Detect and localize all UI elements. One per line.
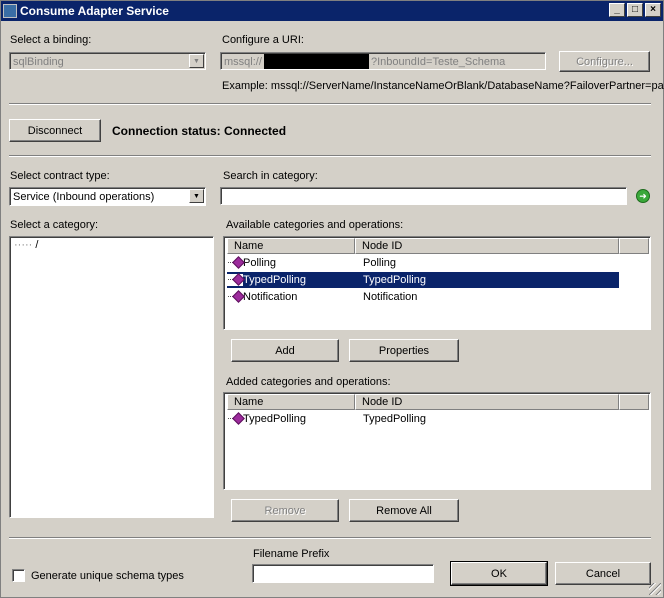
list-item[interactable]: Polling Polling xyxy=(227,255,619,271)
chevron-down-icon: ▼ xyxy=(189,54,204,68)
operation-node-id: Notification xyxy=(363,291,418,303)
filename-prefix-input[interactable] xyxy=(252,564,434,583)
search-go-icon[interactable]: ➜ xyxy=(636,189,650,203)
window-title: Consume Adapter Service xyxy=(20,4,169,18)
operation-node-id: TypedPolling xyxy=(363,274,426,286)
contract-type-select[interactable]: Service (Inbound operations) ▼ xyxy=(9,187,206,206)
binding-select[interactable]: sqlBinding ▼ xyxy=(9,52,206,70)
cancel-button[interactable]: Cancel xyxy=(555,562,651,585)
operation-icon xyxy=(227,291,243,303)
ok-button[interactable]: OK xyxy=(450,561,548,586)
resize-grip[interactable] xyxy=(649,583,661,595)
operation-name: TypedPolling xyxy=(243,413,306,425)
added-label: Added categories and operations: xyxy=(226,376,391,388)
connection-status: Connection status: Connected xyxy=(112,124,286,138)
contract-type-value: Service (Inbound operations) xyxy=(13,191,155,203)
filename-prefix-label: Filename Prefix xyxy=(253,548,330,560)
title-bar: Consume Adapter Service _ □ × xyxy=(1,1,663,21)
category-label: Select a category: xyxy=(10,219,99,231)
configure-button[interactable]: Configure... xyxy=(559,51,650,72)
divider xyxy=(9,537,651,539)
column-header-name[interactable]: Name xyxy=(227,394,355,410)
operation-icon xyxy=(227,274,243,287)
connection-status-label: Connection status: xyxy=(112,124,221,138)
tree-root-label: / xyxy=(35,239,39,251)
available-label: Available categories and operations: xyxy=(226,219,404,231)
disconnect-button[interactable]: Disconnect xyxy=(9,119,101,142)
column-header-filler xyxy=(619,238,649,254)
uri-input[interactable]: mssql:// ?InboundId=Teste_Schema xyxy=(220,52,546,70)
added-list[interactable]: Name Node ID TypedPolling TypedPolling xyxy=(223,392,651,490)
column-header-node-id[interactable]: Node ID xyxy=(355,394,619,410)
list-item-selected[interactable]: TypedPolling TypedPolling xyxy=(227,272,619,288)
available-list[interactable]: Name Node ID Polling Polling TypedPollin… xyxy=(223,236,651,330)
divider xyxy=(9,103,651,105)
list-item[interactable]: Notification Notification xyxy=(227,289,619,305)
remove-all-button[interactable]: Remove All xyxy=(349,499,459,522)
consume-adapter-dialog: Consume Adapter Service _ □ × Select a b… xyxy=(0,0,664,598)
minimize-button[interactable]: _ xyxy=(609,3,625,17)
properties-button[interactable]: Properties xyxy=(349,339,459,362)
column-header-node-id[interactable]: Node ID xyxy=(355,238,619,254)
divider xyxy=(9,155,651,157)
list-item[interactable]: TypedPolling TypedPolling xyxy=(227,411,619,427)
connection-status-value: Connected xyxy=(224,124,287,138)
category-tree[interactable]: ····· / xyxy=(9,236,214,518)
uri-example: Example: mssql://ServerName/InstanceName… xyxy=(222,80,664,92)
close-button[interactable]: × xyxy=(645,3,661,17)
operation-name: Polling xyxy=(243,257,277,269)
contract-type-label: Select contract type: xyxy=(10,170,110,182)
tree-node-root[interactable]: ····· / xyxy=(14,237,38,253)
uri-suffix: ?InboundId=Teste_Schema xyxy=(371,56,506,68)
unique-schema-label: Generate unique schema types xyxy=(31,570,184,582)
operation-name: Notification xyxy=(243,291,298,303)
unique-schema-checkbox[interactable] xyxy=(12,569,25,582)
search-label: Search in category: xyxy=(223,170,318,182)
operation-icon xyxy=(227,257,243,269)
operation-node-id: TypedPolling xyxy=(363,413,426,425)
column-header-name[interactable]: Name xyxy=(227,238,355,254)
chevron-down-icon: ▼ xyxy=(189,189,204,203)
operation-icon xyxy=(227,413,243,425)
binding-label: Select a binding: xyxy=(10,34,92,46)
app-icon xyxy=(3,4,17,18)
add-button[interactable]: Add xyxy=(231,339,339,362)
operation-name: TypedPolling xyxy=(243,274,306,286)
remove-button[interactable]: Remove xyxy=(231,499,339,522)
maximize-button[interactable]: □ xyxy=(627,3,643,17)
uri-label: Configure a URI: xyxy=(222,34,304,46)
uri-prefix: mssql:// xyxy=(224,56,262,68)
binding-value: sqlBinding xyxy=(13,56,64,68)
column-header-filler xyxy=(619,394,649,410)
redacted-block xyxy=(264,54,369,69)
search-input[interactable] xyxy=(220,187,627,205)
operation-node-id: Polling xyxy=(363,257,397,269)
